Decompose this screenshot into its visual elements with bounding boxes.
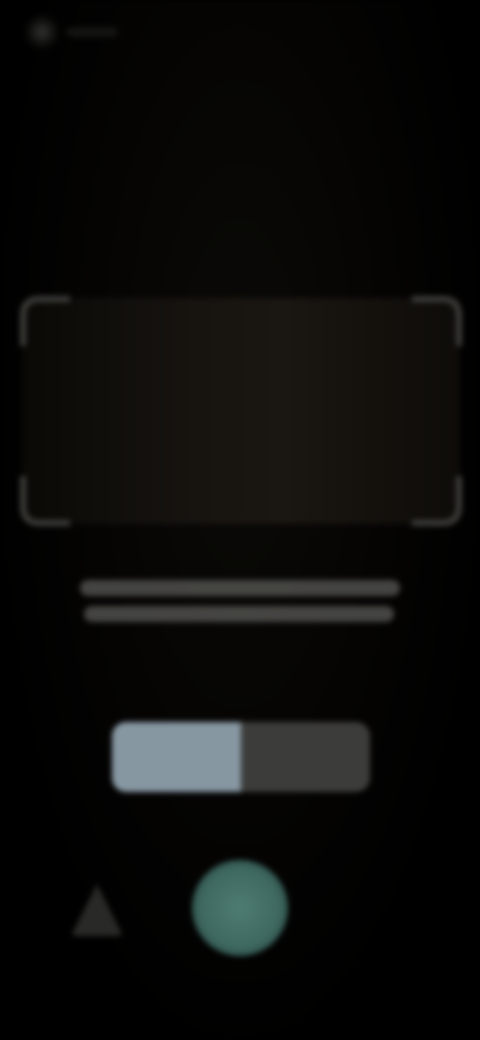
frame-corner-bottom-right [412, 476, 462, 526]
shutter-button[interactable] [192, 860, 288, 956]
instruction-line [84, 606, 394, 622]
frame-corner-top-left [20, 296, 70, 346]
bottom-controls [0, 850, 480, 970]
mode-option-first[interactable] [112, 722, 241, 792]
flash-button[interactable] [62, 872, 132, 948]
instruction-line [80, 580, 400, 596]
mode-option-second[interactable] [241, 722, 370, 792]
frame-corner-top-right [412, 296, 462, 346]
frame-corner-bottom-left [20, 476, 70, 526]
back-arrow-icon [24, 14, 60, 50]
top-bar [0, 0, 480, 70]
scan-frame [20, 296, 462, 526]
back-button[interactable] [24, 12, 128, 52]
mode-switch [112, 722, 370, 792]
camera-scan-screen [0, 0, 480, 1040]
flash-icon [71, 884, 123, 936]
scan-instruction [80, 574, 400, 628]
back-label [66, 27, 118, 37]
